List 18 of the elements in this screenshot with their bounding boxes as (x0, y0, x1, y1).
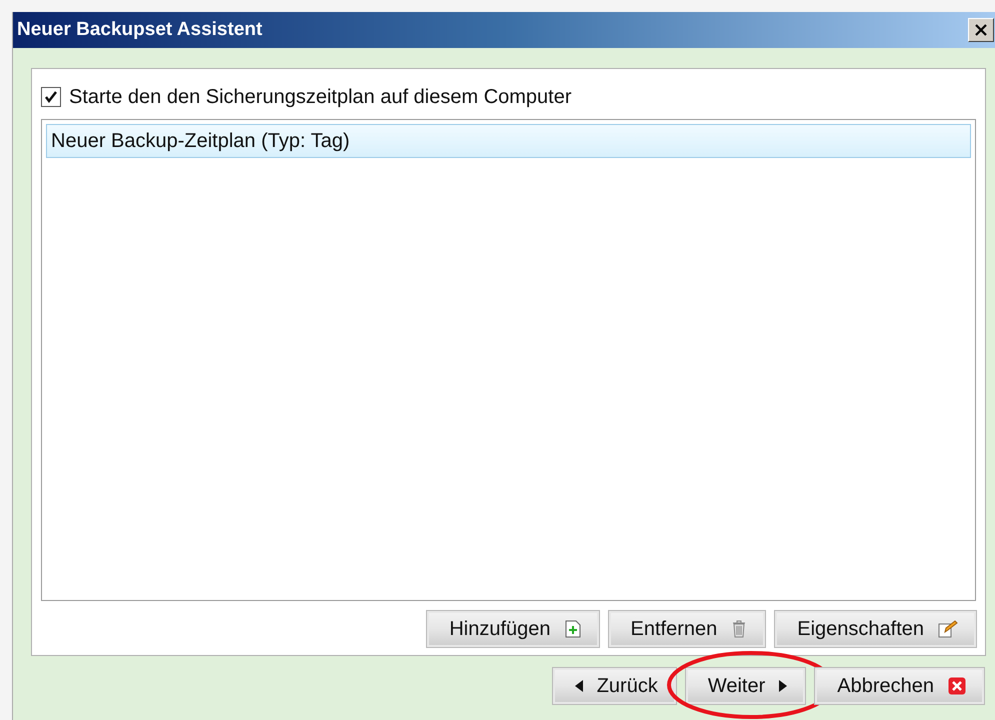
back-button[interactable]: Zurück (552, 668, 676, 704)
close-button[interactable] (968, 18, 994, 42)
add-button[interactable]: Hinzufügen (427, 611, 598, 647)
right-triangle-icon (779, 680, 788, 692)
pencil-icon (938, 620, 958, 638)
edit-button[interactable]: Eigenschaften (775, 611, 976, 647)
remove-button[interactable]: Entfernen (608, 611, 766, 647)
close-icon (948, 677, 966, 695)
close-icon (974, 23, 988, 37)
next-button[interactable]: Weiter (686, 668, 806, 704)
checkbox-label: Starte den den Sicherungszeitplan auf diesem Computer (69, 86, 572, 108)
trash-icon (731, 620, 748, 638)
left-triangle-icon (574, 680, 583, 692)
checkbox[interactable] (41, 87, 61, 107)
window-title: Neuer Backupset Assistent (17, 19, 262, 41)
schedule-item[interactable]: Neuer Backup-Zeitplan (Typ: Tag) (46, 124, 971, 158)
cancel-button[interactable]: Abbrechen (815, 668, 984, 704)
add-document-icon (564, 620, 580, 638)
